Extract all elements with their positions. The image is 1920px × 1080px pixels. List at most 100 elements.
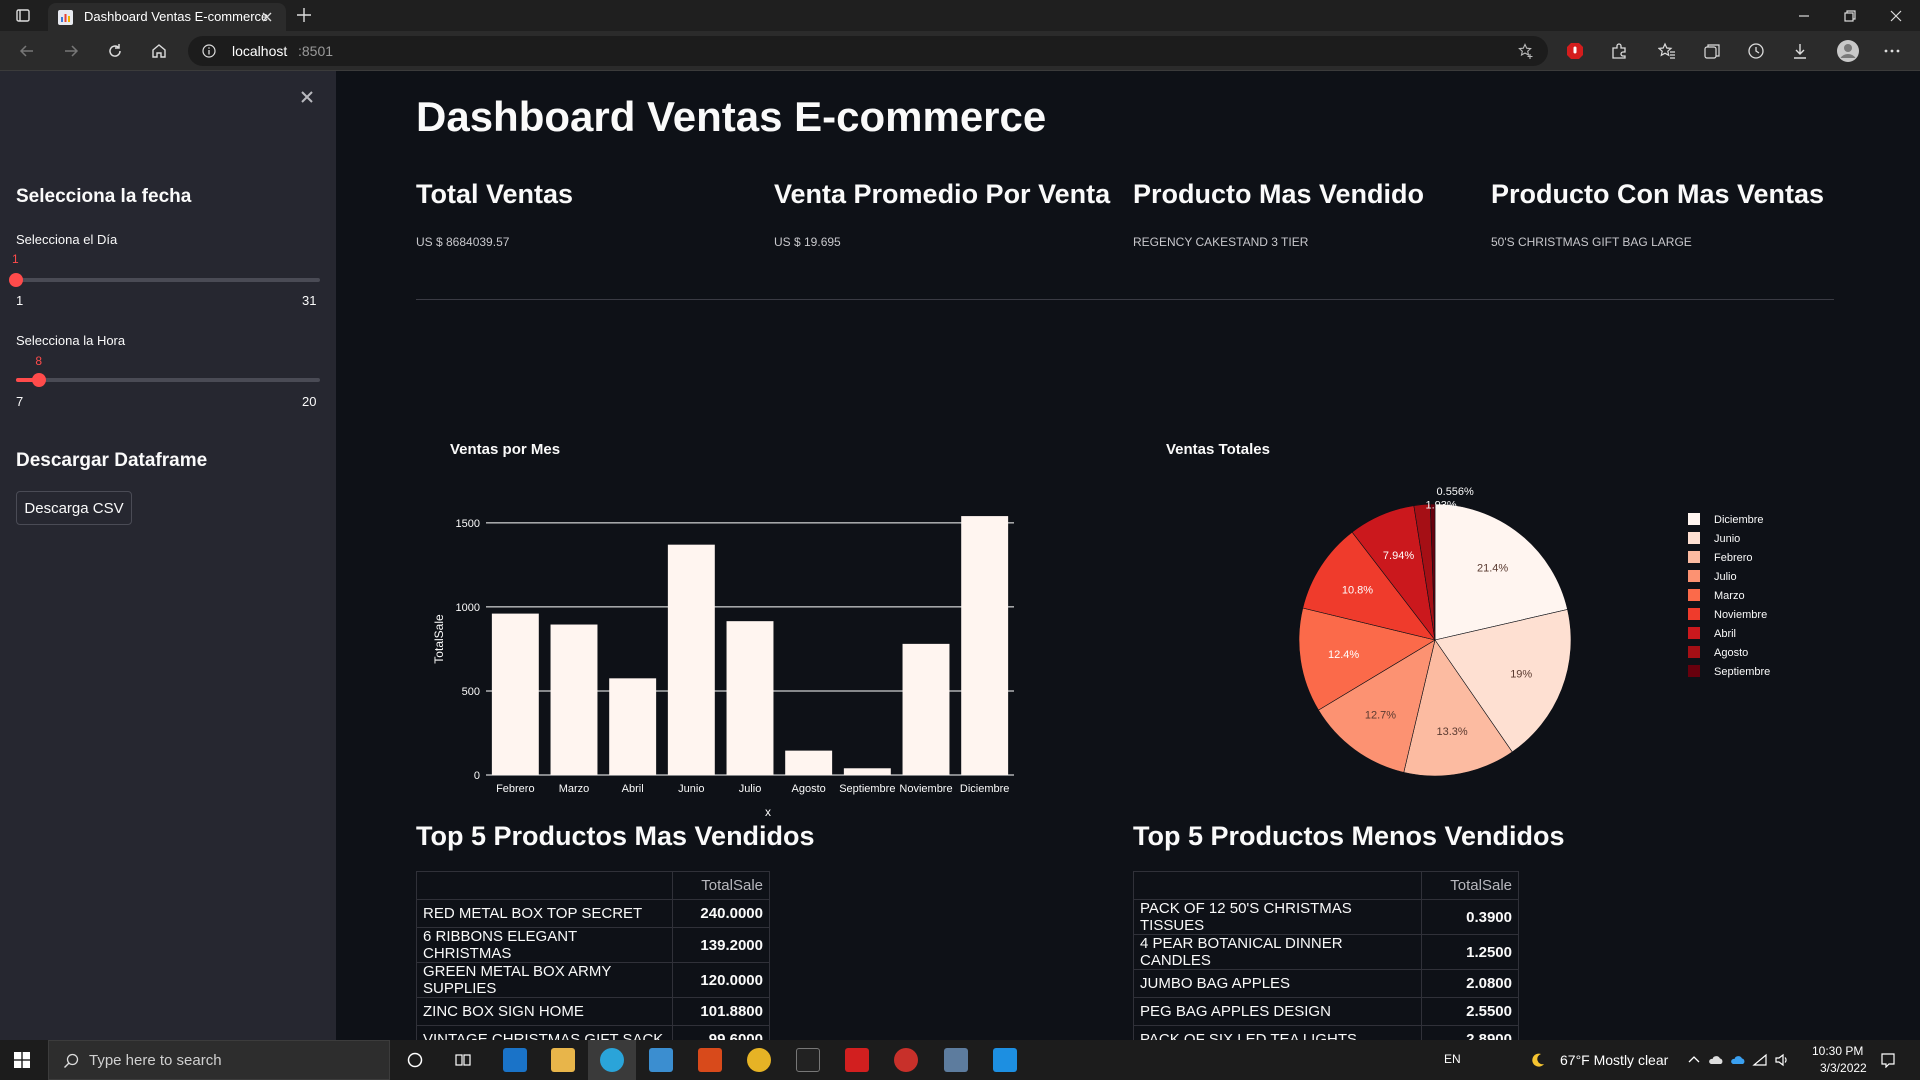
- legend-label[interactable]: Septiembre: [1714, 666, 1770, 678]
- table-row: PACK OF 12 50'S CHRISTMAS TISSUES 0.3900: [1133, 899, 1519, 935]
- bar-chart-y-tick: 1000: [456, 602, 480, 614]
- legend-swatch[interactable]: [1688, 646, 1700, 658]
- adblock-extension-icon[interactable]: [1566, 42, 1584, 60]
- acrobat-icon[interactable]: [845, 1048, 869, 1072]
- table-row: GREEN METAL BOX ARMY SUPPLIES 120.0000: [416, 962, 770, 998]
- bar-marzo[interactable]: [550, 624, 598, 775]
- pie-label: 1.93%: [1425, 500, 1456, 512]
- url-bar[interactable]: localhost :8501: [188, 36, 1548, 66]
- legend-label[interactable]: Agosto: [1714, 647, 1748, 659]
- weather-moon-icon[interactable]: [1530, 1052, 1546, 1068]
- volume-icon[interactable]: [1774, 1052, 1790, 1068]
- hour-slider[interactable]: 8: [16, 354, 320, 387]
- product-totalsale: 99.6000: [672, 1025, 770, 1040]
- onedrive-blue-icon[interactable]: [1730, 1052, 1746, 1068]
- forward-icon[interactable]: [62, 42, 80, 60]
- bar-septiembre[interactable]: [843, 768, 891, 775]
- browser-tab[interactable]: Dashboard Ventas E-commerce: [48, 3, 286, 31]
- bar-noviembre[interactable]: [902, 643, 950, 775]
- calculator-icon[interactable]: [944, 1048, 968, 1072]
- download-csv-button[interactable]: Descarga CSV: [16, 491, 132, 525]
- restore-icon[interactable]: [1842, 8, 1858, 24]
- cortana-icon[interactable]: [407, 1052, 423, 1068]
- clock-time[interactable]: 10:30 PM: [1812, 1044, 1863, 1058]
- legend-label[interactable]: Julio: [1714, 571, 1737, 583]
- file-explorer-icon[interactable]: [551, 1048, 575, 1072]
- legend-swatch[interactable]: [1688, 665, 1700, 677]
- bar-abril[interactable]: [609, 678, 657, 775]
- extensions-icon[interactable]: [1610, 42, 1628, 60]
- product-totalsale: 0.3900: [1421, 899, 1519, 935]
- totalsale-header[interactable]: TotalSale: [672, 871, 770, 900]
- language-indicator[interactable]: EN: [1444, 1052, 1461, 1066]
- vscode-icon[interactable]: [993, 1048, 1017, 1072]
- refresh-icon[interactable]: [106, 42, 124, 60]
- taskbar-search-input[interactable]: Type here to search: [48, 1040, 390, 1080]
- sidebar-close-icon[interactable]: [299, 89, 315, 105]
- hour-slider-thumb[interactable]: [32, 373, 47, 387]
- table-row: PACK OF SIX LED TEA LIGHTS 2.8900: [1133, 1025, 1519, 1040]
- bar-julio[interactable]: [726, 621, 774, 775]
- office-icon[interactable]: [698, 1048, 722, 1072]
- wifi-icon[interactable]: [1752, 1052, 1768, 1068]
- bar-junio[interactable]: [667, 544, 715, 775]
- legend-label[interactable]: Marzo: [1714, 590, 1745, 602]
- weather-text[interactable]: 67°F Mostly clear: [1560, 1052, 1668, 1068]
- table-row: VINTAGE CHRISTMAS GIFT SACK 99.6000: [416, 1025, 770, 1040]
- collections-icon[interactable]: [1703, 42, 1721, 60]
- ventas-por-mes-chart[interactable]: Ventas por Mes Febrero Marzo Abril Junio Jul…: [416, 351, 1016, 831]
- minimize-icon[interactable]: [1796, 8, 1812, 24]
- new-tab-icon[interactable]: [296, 7, 312, 23]
- table-row: RED METAL BOX TOP SECRET 240.0000: [416, 899, 770, 928]
- edge-browser-icon[interactable]: [600, 1048, 624, 1072]
- home-icon[interactable]: [150, 42, 168, 60]
- legend-swatch[interactable]: [1688, 532, 1700, 544]
- legend-swatch[interactable]: [1688, 570, 1700, 582]
- windows-start-icon[interactable]: [14, 1052, 30, 1068]
- task-view-icon[interactable]: [455, 1052, 471, 1068]
- chrome-profile-icon[interactable]: [894, 1048, 918, 1072]
- totalsale-header[interactable]: TotalSale: [1421, 871, 1519, 900]
- epic-games-icon[interactable]: [796, 1048, 820, 1072]
- legend-swatch[interactable]: [1688, 589, 1700, 601]
- add-favorite-icon[interactable]: [1518, 43, 1534, 59]
- chrome-icon[interactable]: [747, 1048, 771, 1072]
- legend-swatch[interactable]: [1688, 551, 1700, 563]
- legend-label[interactable]: Junio: [1714, 533, 1740, 545]
- legend-swatch[interactable]: [1688, 513, 1700, 525]
- pie-chart-slices: [1298, 503, 1572, 777]
- legend-swatch[interactable]: [1688, 627, 1700, 639]
- day-slider[interactable]: 1: [9, 252, 320, 287]
- bar-diciembre[interactable]: [961, 516, 1009, 775]
- legend-label[interactable]: Febrero: [1714, 552, 1753, 564]
- clock-date[interactable]: 3/3/2022: [1820, 1061, 1867, 1075]
- history-icon[interactable]: [1747, 42, 1765, 60]
- downloads-icon[interactable]: [1791, 42, 1809, 60]
- bar-agosto[interactable]: [785, 750, 833, 775]
- site-info-icon[interactable]: [202, 44, 216, 58]
- legend-swatch[interactable]: [1688, 608, 1700, 620]
- mail-app-icon[interactable]: [503, 1048, 527, 1072]
- hour-slider-min: 7: [16, 394, 24, 409]
- onedrive-icon[interactable]: [1708, 1052, 1724, 1068]
- ventas-totales-chart[interactable]: Ventas Totales 21.4% 19% 13.3% 12.7% 12.4% 10…: [1116, 351, 1796, 831]
- tab-close-icon[interactable]: [260, 10, 274, 24]
- pinned-app-icon[interactable]: [649, 1048, 673, 1072]
- bar-chart-x-tick: Julio: [739, 783, 762, 795]
- notifications-icon[interactable]: [1880, 1052, 1896, 1068]
- tab-actions-icon[interactable]: [10, 6, 36, 26]
- close-window-icon[interactable]: [1888, 8, 1904, 24]
- bar-febrero[interactable]: [491, 613, 539, 775]
- metric-venta-promedio-value: US $ 19.695: [774, 235, 841, 249]
- table-row: 6 RIBBONS ELEGANT CHRISTMAS 139.2000: [416, 927, 770, 963]
- legend-label[interactable]: Noviembre: [1714, 609, 1767, 621]
- pie-label: 12.4%: [1328, 649, 1359, 661]
- profile-avatar-icon[interactable]: [1836, 39, 1860, 63]
- legend-label[interactable]: Abril: [1714, 628, 1736, 640]
- legend-label[interactable]: Diciembre: [1714, 514, 1764, 526]
- favorites-icon[interactable]: [1658, 42, 1676, 60]
- settings-more-icon[interactable]: [1883, 42, 1901, 60]
- show-hidden-icons-icon[interactable]: [1686, 1052, 1702, 1068]
- day-slider-thumb[interactable]: [9, 273, 23, 287]
- back-icon[interactable]: [18, 42, 36, 60]
